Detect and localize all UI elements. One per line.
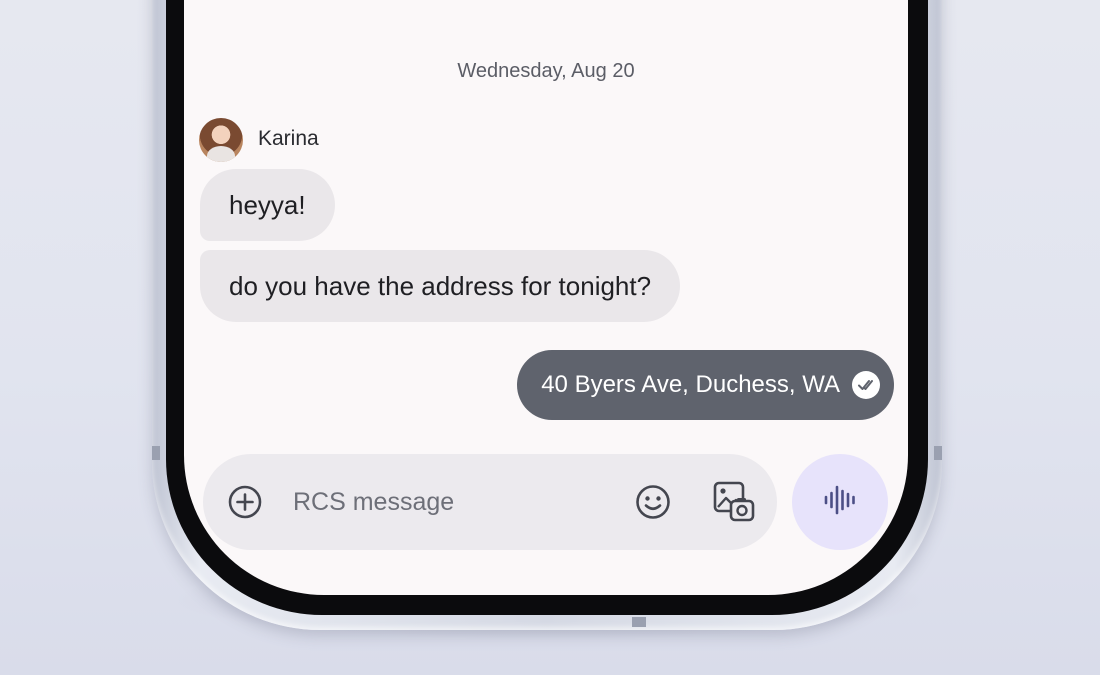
message-input[interactable] [293, 480, 623, 524]
read-receipt-icon [852, 371, 880, 399]
frame-seam-left [152, 446, 160, 460]
frame-seam-bottom [632, 617, 646, 627]
messages-screen: Wednesday, Aug 20 Karina heyya! do you h… [184, 0, 908, 595]
outgoing-message-text: 40 Byers Ave, Duchess, WA [541, 371, 840, 398]
date-header: Wednesday, Aug 20 [457, 60, 635, 82]
sender-name: Karina [258, 127, 319, 150]
contact-avatar[interactable] [199, 118, 243, 162]
compose-bar [203, 454, 777, 550]
outgoing-message-bubble[interactable]: 40 Byers Ave, Duchess, WA [517, 350, 894, 420]
voice-message-icon [823, 483, 857, 521]
add-attachment-icon[interactable] [227, 484, 263, 520]
gallery-icon[interactable] [712, 480, 756, 524]
voice-message-button[interactable] [792, 454, 888, 550]
emoji-icon[interactable] [634, 483, 672, 521]
incoming-message-bubble[interactable]: heyya! [200, 169, 335, 241]
frame-seam-right [934, 446, 942, 460]
incoming-message-bubble[interactable]: do you have the address for tonight? [200, 250, 681, 322]
